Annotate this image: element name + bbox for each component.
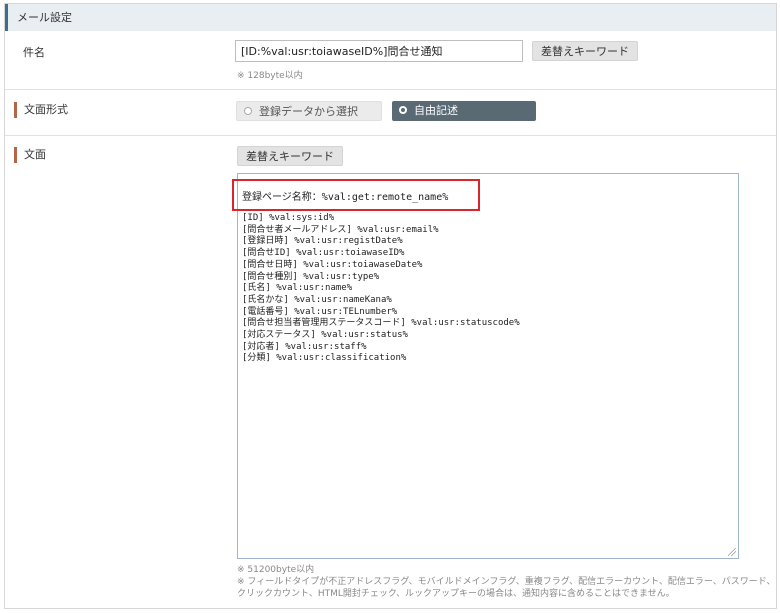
body-size-note: ※ 51200byte以内: [237, 565, 315, 575]
mail-settings-panel: メール設定 件名 差替えキーワード ※ 128byte以内 文面形式 登録データ…: [4, 3, 777, 609]
section-header: メール設定: [5, 4, 776, 31]
body-line: [電話番号] %val:usr:TELnumber%: [242, 306, 398, 317]
body-line: [対応ステータス] %val:usr:status%: [242, 330, 408, 341]
body-line: [分類] %val:usr:classification%: [242, 353, 407, 364]
body-line: [問合せ日時] %val:usr:toiawaseDate%: [242, 259, 423, 270]
subject-label: 件名: [23, 46, 45, 59]
format-option-free-label: 自由記述: [414, 104, 458, 117]
body-line: [問合せ担当者管理用ステータスコード] %val:usr:statuscode%: [242, 318, 520, 329]
radio-selected-icon: [399, 106, 407, 114]
body-line: [問合せID] %val:usr:toiawaseID%: [242, 248, 405, 259]
body-notes: ※ 51200byte以内 ※ フィールドタイプが不正アドレスフラグ、モバイルド…: [237, 564, 777, 600]
body-line: [問合せ者メールアドレス] %val:usr:email%: [242, 225, 520, 237]
highlight-box: [232, 179, 480, 211]
resize-handle-icon[interactable]: [728, 548, 736, 556]
body-line-text: [問合せ者メールアドレス] %val:usr:email%: [242, 224, 439, 235]
body-lines: [ID] %val:sys:id% [問合せ者メールアドレス] %val:usr:…: [242, 213, 520, 365]
body-line: [ID] %val:sys:id%: [242, 213, 335, 223]
body-line: [対応者] %val:usr:staff%: [242, 341, 367, 352]
subject-note: ※ 128byte以内: [237, 71, 303, 81]
format-option-select-label: 登録データから選択: [259, 105, 358, 118]
subject-keyword-button[interactable]: 差替えキーワード: [532, 41, 638, 61]
radio-unselected-icon: [244, 107, 252, 115]
body-keyword-button[interactable]: 差替えキーワード: [237, 146, 343, 166]
format-option-free[interactable]: 自由記述: [392, 101, 536, 121]
body-line: [登録日時] %val:usr:registDate%: [242, 236, 403, 247]
format-option-select[interactable]: 登録データから選択: [236, 101, 382, 121]
body-textarea[interactable]: 登録ページ名称：%val:get:remote_name% [ID] %val:…: [237, 173, 739, 559]
body-label: 文面: [14, 147, 46, 163]
body-field-note: ※ フィールドタイプが不正アドレスフラグ、モバイルドメインフラグ、重複フラグ、配…: [237, 577, 776, 599]
body-line: [問合せ種別] %val:usr:type%: [242, 271, 380, 282]
subject-input[interactable]: [235, 40, 523, 62]
format-label: 文面形式: [14, 102, 68, 118]
body-line: [氏名かな] %val:usr:nameKana%: [242, 294, 392, 305]
format-row: 文面形式: [5, 89, 776, 135]
body-line: [氏名] %val:usr:name%: [242, 283, 353, 294]
